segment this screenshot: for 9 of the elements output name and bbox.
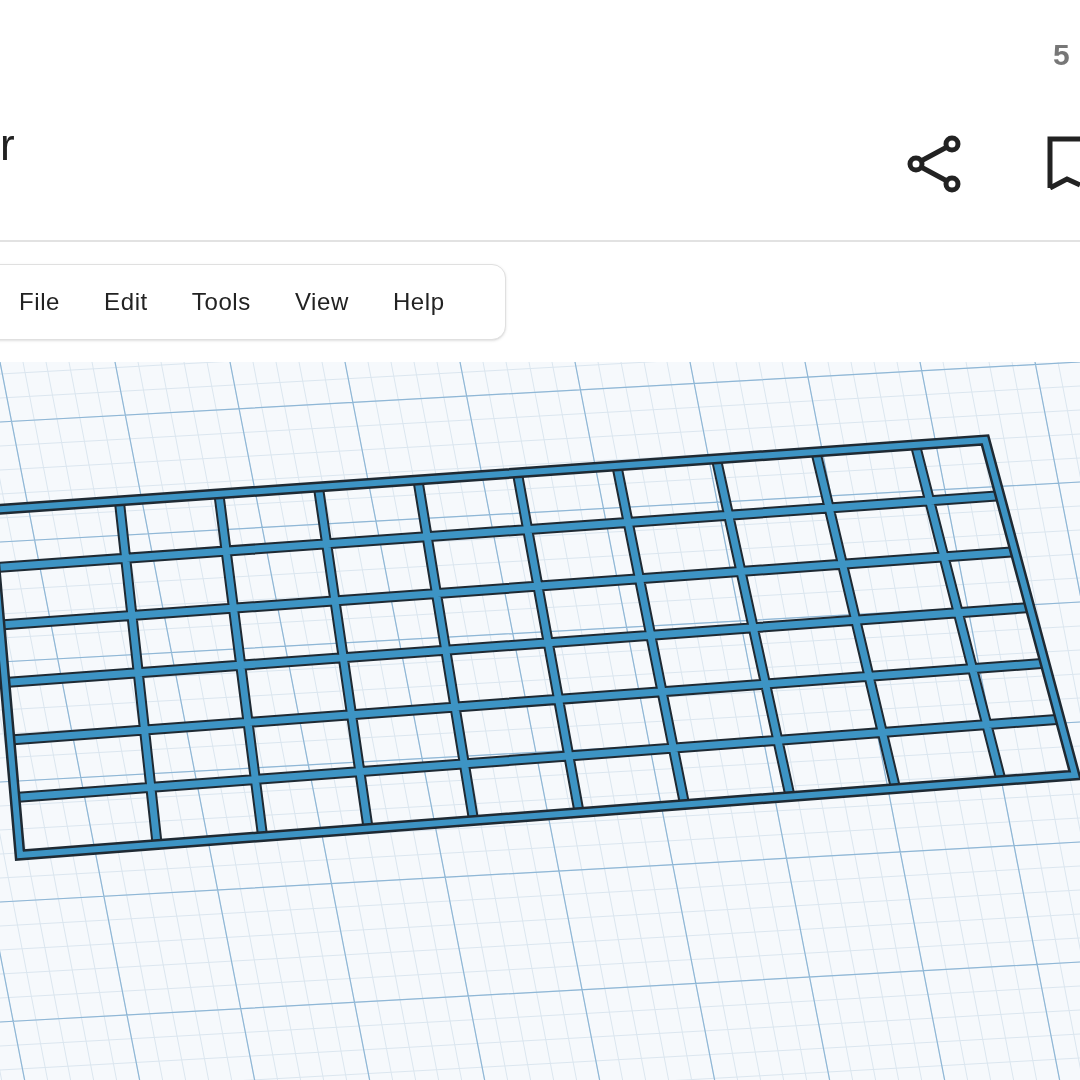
count-label: 5: [1053, 37, 1070, 73]
menu-item[interactable]: Edit: [104, 284, 148, 320]
bookmark-icon[interactable]: [1047, 136, 1080, 190]
page-title: r: [0, 119, 15, 171]
menu-item[interactable]: View: [294, 284, 349, 320]
menu-item[interactable]: File: [19, 284, 61, 320]
share-icon[interactable]: [906, 135, 962, 193]
menu-item[interactable]: Tools: [191, 284, 251, 320]
menu-item[interactable]: Help: [392, 284, 445, 320]
